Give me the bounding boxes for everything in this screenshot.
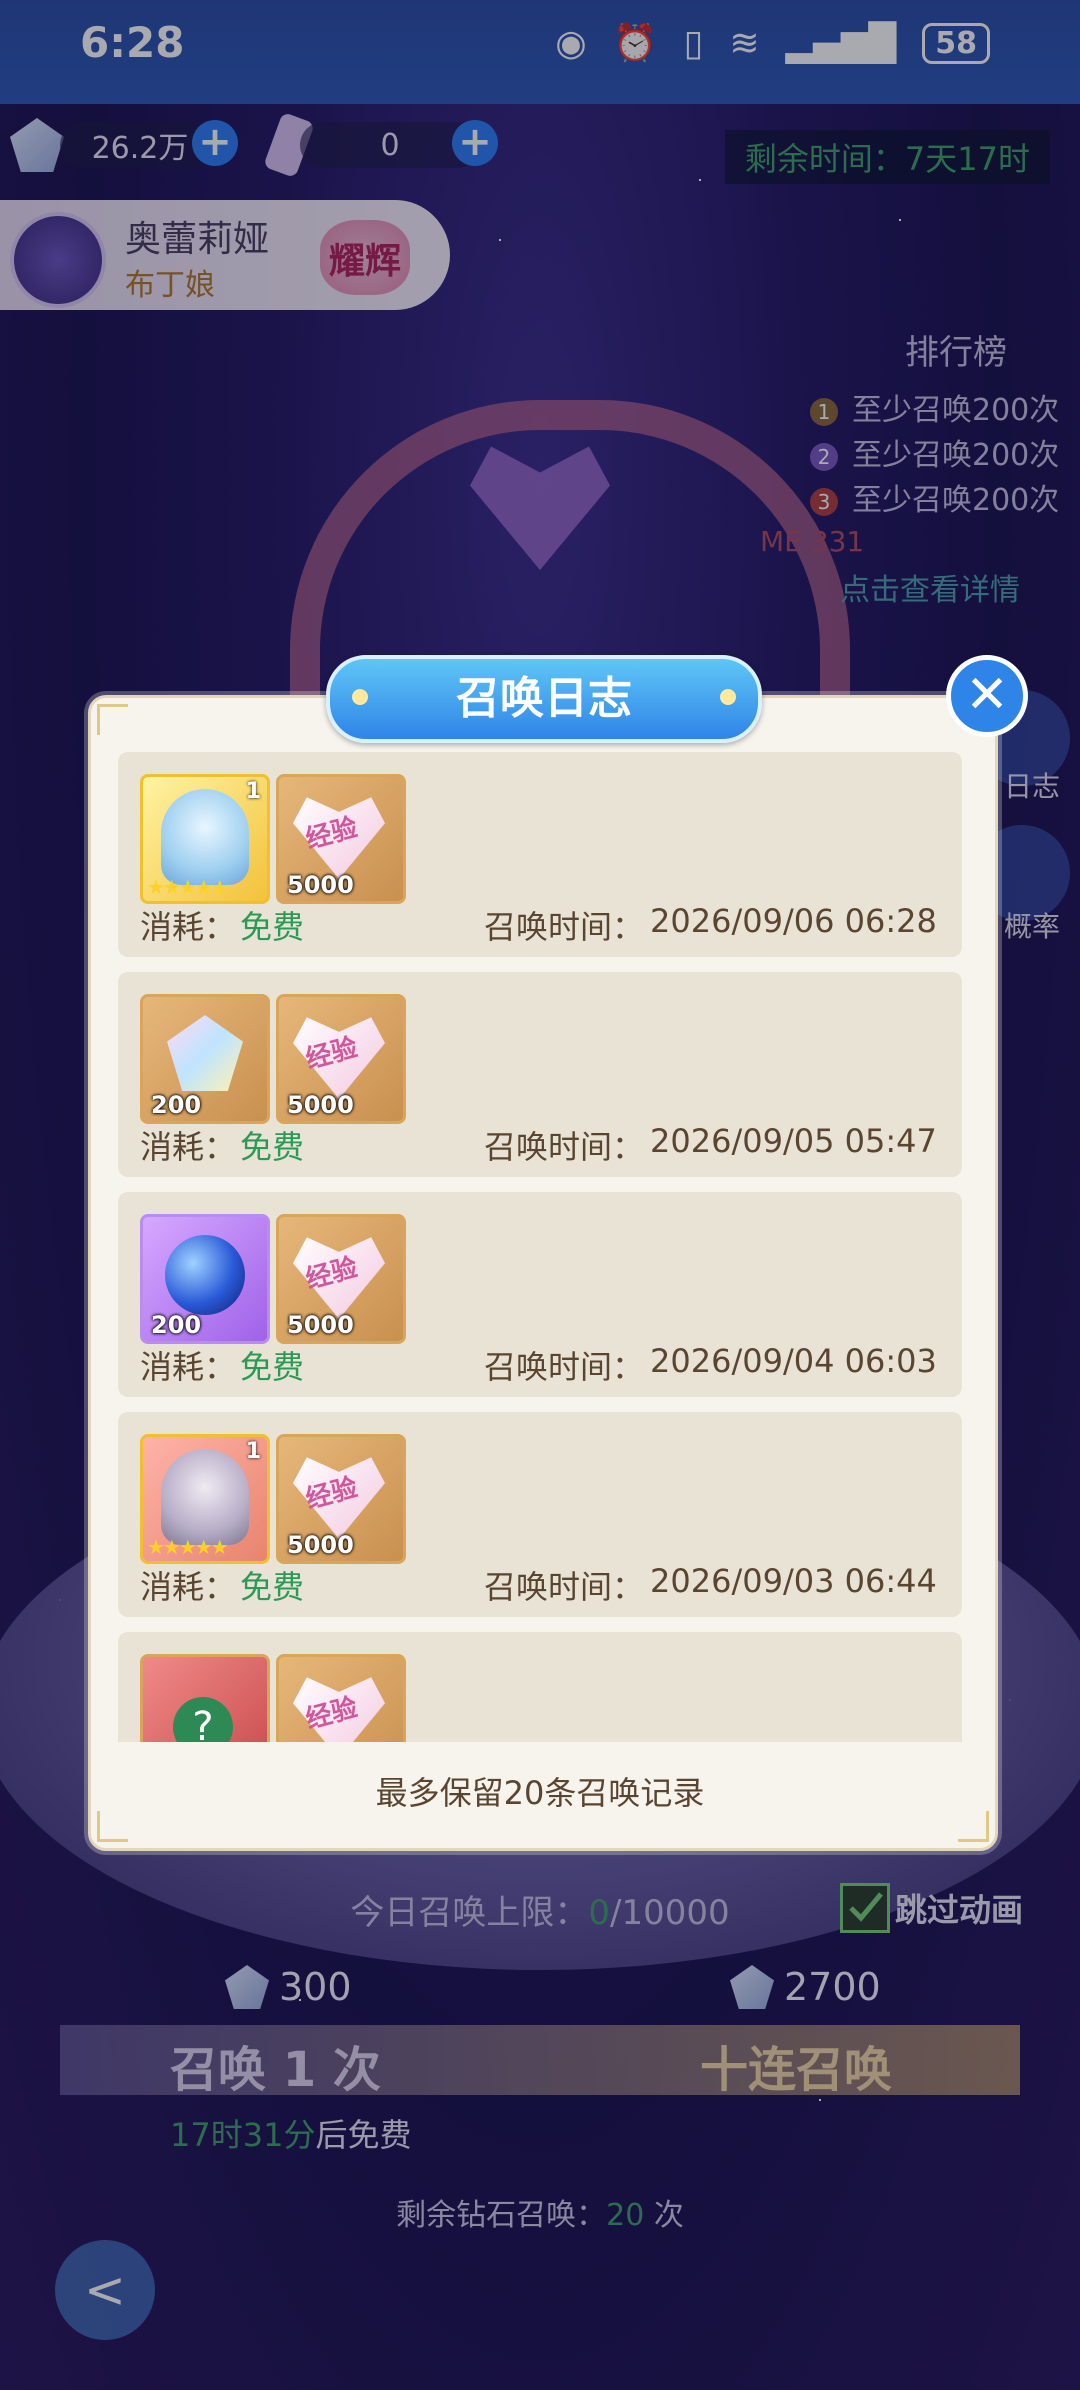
cost-label: 消耗：: [140, 1348, 237, 1386]
time-label: 召唤时间：: [484, 1128, 645, 1166]
log-entry: 1 ★★★★★ 经验 5000 消耗： 免费 召唤时间： 2026/09/06 …: [118, 752, 962, 957]
corner-ornament: [97, 704, 128, 735]
time-label: 召唤时间：: [484, 1348, 645, 1386]
time-value: 2026/09/05 05:47: [650, 1122, 937, 1160]
time-label: 召唤时间：: [484, 908, 645, 946]
cost-value: 免费: [240, 1568, 305, 1606]
cost-value: 免费: [240, 908, 305, 946]
mystery-book-item[interactable]: ?: [140, 1654, 270, 1742]
hero-card-item[interactable]: 1 ★★★★★: [140, 774, 270, 904]
summon-log-list[interactable]: 1 ★★★★★ 经验 5000 消耗： 免费 召唤时间： 2026/09/06 …: [118, 752, 962, 1742]
exp-item[interactable]: 经验 5000: [276, 1434, 406, 1564]
star-orb-icon: [165, 1235, 245, 1315]
question-mark-icon: ?: [173, 1697, 233, 1742]
hero-portrait-icon: [161, 789, 249, 885]
close-button[interactable]: ✕: [946, 655, 1028, 737]
orb-item[interactable]: 200: [140, 1214, 270, 1344]
crystal-item[interactable]: 200: [140, 994, 270, 1124]
time-label: 召唤时间：: [484, 1568, 645, 1606]
five-star-icon: ★★★★★: [147, 1535, 229, 1559]
log-entry: 200 经验 5000 消耗： 免费 召唤时间： 2026/09/04 06:0…: [118, 1192, 962, 1397]
dialog-title: 召唤日志: [456, 673, 632, 724]
cost-value: 免费: [240, 1128, 305, 1166]
exp-item[interactable]: 经验: [276, 1654, 406, 1742]
cost-label: 消耗：: [140, 908, 237, 946]
cost-label: 消耗：: [140, 1568, 237, 1606]
exp-item[interactable]: 经验 5000: [276, 994, 406, 1124]
dialog-title-bar: 召唤日志: [326, 655, 762, 743]
five-star-icon: ★★★★★: [147, 875, 229, 899]
log-entry: 1 ★★★★★ 经验 5000 消耗： 免费 召唤时间： 2026/09/03 …: [118, 1412, 962, 1617]
time-value: 2026/09/06 06:28: [650, 902, 937, 940]
time-value: 2026/09/03 06:44: [650, 1562, 937, 1600]
close-icon: ✕: [965, 665, 1009, 725]
corner-ornament: [958, 1811, 989, 1842]
log-entry: ? 经验: [118, 1632, 962, 1742]
dialog-footer-note: 最多保留20条召唤记录: [375, 1774, 705, 1812]
log-entry: 200 经验 5000 消耗： 免费 召唤时间： 2026/09/05 05:4…: [118, 972, 962, 1177]
crystal-icon: [167, 1015, 243, 1091]
exp-item[interactable]: 经验 5000: [276, 774, 406, 904]
hero-card-item[interactable]: 1 ★★★★★: [140, 1434, 270, 1564]
hero-portrait-icon: [161, 1449, 249, 1545]
time-value: 2026/09/04 06:03: [650, 1342, 937, 1380]
cost-label: 消耗：: [140, 1128, 237, 1166]
exp-item[interactable]: 经验 5000: [276, 1214, 406, 1344]
cost-value: 免费: [240, 1348, 305, 1386]
corner-ornament: [97, 1811, 128, 1842]
